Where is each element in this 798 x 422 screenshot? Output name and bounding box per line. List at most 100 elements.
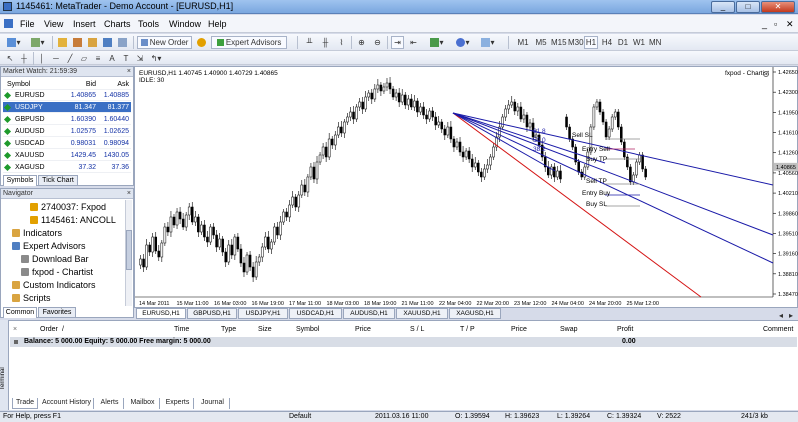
data-window-button[interactable] xyxy=(71,36,84,49)
tab-tick-chart[interactable]: Tick Chart xyxy=(38,175,78,186)
timeframe-mn[interactable]: MN xyxy=(648,36,662,49)
market-watch-row[interactable]: USDJPY 81.347 81.377 xyxy=(3,102,131,113)
line-chart-button[interactable]: ⌇ xyxy=(335,36,348,49)
col-price[interactable]: Price xyxy=(355,326,371,333)
timeframe-m30[interactable]: M30 xyxy=(567,36,584,49)
chart-tab[interactable]: GBPUSD,H1 xyxy=(187,308,237,319)
meta-editor-button[interactable] xyxy=(195,36,208,49)
navigator-item[interactable]: Expert Advisors xyxy=(12,241,86,252)
zoom-in-button[interactable]: ⊕ xyxy=(355,36,368,49)
chart-tab[interactable]: EURUSD,H1 xyxy=(136,308,186,319)
navigator-scrollbar[interactable] xyxy=(125,200,132,306)
navigator-item[interactable]: 2740037: Fxpod xyxy=(30,202,106,213)
menu-window[interactable]: Window xyxy=(169,19,201,29)
market-watch-close-button[interactable]: × xyxy=(127,67,131,76)
templates-button[interactable]: ▾ xyxy=(477,36,499,49)
market-watch-row[interactable]: EURUSD 1.40865 1.40885 xyxy=(3,90,131,101)
child-minimize-button[interactable]: _ xyxy=(762,19,767,29)
candlestick-button[interactable]: ╫ xyxy=(319,36,332,49)
market-watch-row[interactable]: AUDUSD 1.02575 1.02625 xyxy=(3,126,131,137)
autoscroll-button[interactable]: ⇥ xyxy=(391,36,404,49)
market-watch-row[interactable]: XAUUSD 1429.45 1430.05 xyxy=(3,150,131,161)
profiles-button[interactable]: ▾ xyxy=(28,36,48,49)
navigator-item[interactable]: Custom Indicators xyxy=(12,280,96,291)
chart-tab[interactable]: USDJPY,H1 xyxy=(238,308,288,319)
market-watch-button[interactable] xyxy=(56,36,69,49)
terminal-tab[interactable]: Experts xyxy=(162,398,194,409)
strategy-tester-button[interactable] xyxy=(116,36,129,49)
col-type[interactable]: Type xyxy=(221,326,236,333)
timeframe-h4[interactable]: H4 xyxy=(600,36,614,49)
col-size[interactable]: Size xyxy=(258,326,272,333)
chart-tab[interactable]: AUDUSD,H1 xyxy=(343,308,395,319)
navigator-button[interactable] xyxy=(86,36,99,49)
crosshair-tool[interactable]: ┼ xyxy=(18,52,30,65)
col-order[interactable]: Order xyxy=(40,326,58,333)
price-chart[interactable]: 1.42650 1.42300 1.41950 1.41610 1.41260 1.405… xyxy=(135,67,798,309)
cursor-tool[interactable]: ↖ xyxy=(4,52,16,65)
chart-shift-button[interactable]: ⇤ xyxy=(407,36,420,49)
col-time[interactable]: Time xyxy=(174,326,189,333)
menu-file[interactable]: File xyxy=(20,19,35,29)
terminal-tab[interactable]: Alerts xyxy=(96,398,124,409)
market-watch-row[interactable]: XAGUSD 37.32 37.36 xyxy=(3,162,131,173)
terminal-button[interactable] xyxy=(101,36,114,49)
col-swap[interactable]: Swap xyxy=(560,326,578,333)
chart-tab[interactable]: XAUUSD,H1 xyxy=(396,308,448,319)
menu-help[interactable]: Help xyxy=(208,19,227,29)
market-watch-row[interactable]: GBPUSD 1.60390 1.60440 xyxy=(3,114,131,125)
trendline-blue[interactable] xyxy=(452,112,774,264)
market-watch-row[interactable]: USDCAD 0.98031 0.98094 xyxy=(3,138,131,149)
arrows-tool[interactable]: ⇲ xyxy=(134,52,146,65)
indicators-button[interactable]: ▾ xyxy=(426,36,448,49)
chart-tab[interactable]: USDCAD,H1 xyxy=(289,308,342,319)
close-button[interactable]: ✕ xyxy=(761,1,795,13)
maximize-button[interactable]: □ xyxy=(736,1,760,13)
navigator-item[interactable]: 1145461: ANCOLL xyxy=(30,215,116,226)
vertical-line-tool[interactable]: │ xyxy=(36,52,48,65)
child-close-button[interactable]: ✕ xyxy=(786,19,794,30)
timeframe-d1[interactable]: D1 xyxy=(616,36,630,49)
navigator-item[interactable]: Download Bar xyxy=(21,254,89,265)
terminal-tab[interactable]: Mailbox xyxy=(126,398,160,409)
chart-window[interactable]: 1.42650 1.42300 1.41950 1.41610 1.41260 1.405… xyxy=(134,66,798,308)
chart-tab[interactable]: XAGUSD,H1 xyxy=(449,308,501,319)
col-symbol[interactable]: Symbol xyxy=(296,326,319,333)
menu-view[interactable]: View xyxy=(44,19,63,29)
minimize-button[interactable]: _ xyxy=(711,1,735,13)
channel-tool[interactable]: ▱ xyxy=(78,52,90,65)
col-profit[interactable]: Profit xyxy=(617,326,633,333)
col-sort[interactable]: / xyxy=(62,326,64,333)
tab-symbols[interactable]: Symbols xyxy=(3,175,37,186)
navigator-item[interactable]: fxpod - Chartist xyxy=(21,267,93,278)
new-chart-button[interactable]: ▾ xyxy=(4,36,24,49)
col-tp[interactable]: T / P xyxy=(460,326,475,333)
more-tools-button[interactable]: ↰▾ xyxy=(148,52,164,65)
col-sl[interactable]: S / L xyxy=(410,326,424,333)
navigator-close-button[interactable]: × xyxy=(127,189,131,198)
timeframe-m1[interactable]: M1 xyxy=(515,36,531,49)
terminal-tab[interactable]: Journal xyxy=(196,398,230,409)
label-tool[interactable]: T xyxy=(120,52,132,65)
expert-advisors-button[interactable]: Expert Advisors xyxy=(211,36,287,49)
menu-tools[interactable]: Tools xyxy=(138,19,159,29)
terminal-close-button[interactable]: × xyxy=(13,326,17,333)
navigator-scroll-thumb[interactable] xyxy=(126,230,132,270)
menu-charts[interactable]: Charts xyxy=(104,19,131,29)
new-order-button[interactable]: New Order xyxy=(137,36,192,49)
timeframe-w1[interactable]: W1 xyxy=(632,36,646,49)
timeframe-h1[interactable]: H1 xyxy=(584,36,598,49)
bar-chart-button[interactable]: ╨ xyxy=(303,36,316,49)
trendline-tool[interactable]: ╱ xyxy=(64,52,76,65)
timeframe-m15[interactable]: M15 xyxy=(550,36,567,49)
col-comment[interactable]: Comment xyxy=(763,326,793,333)
text-tool[interactable]: A xyxy=(106,52,118,65)
zoom-out-button[interactable]: ⊖ xyxy=(371,36,384,49)
tab-favorites[interactable]: Favorites xyxy=(38,307,76,318)
navigator-item[interactable]: Scripts xyxy=(12,293,51,304)
fibonacci-tool[interactable]: ≡ xyxy=(92,52,104,65)
terminal-tab[interactable]: Account History xyxy=(40,398,94,409)
periods-button[interactable]: ▾ xyxy=(452,36,474,49)
tab-common[interactable]: Common xyxy=(3,307,37,318)
col-current-price[interactable]: Price xyxy=(511,326,527,333)
